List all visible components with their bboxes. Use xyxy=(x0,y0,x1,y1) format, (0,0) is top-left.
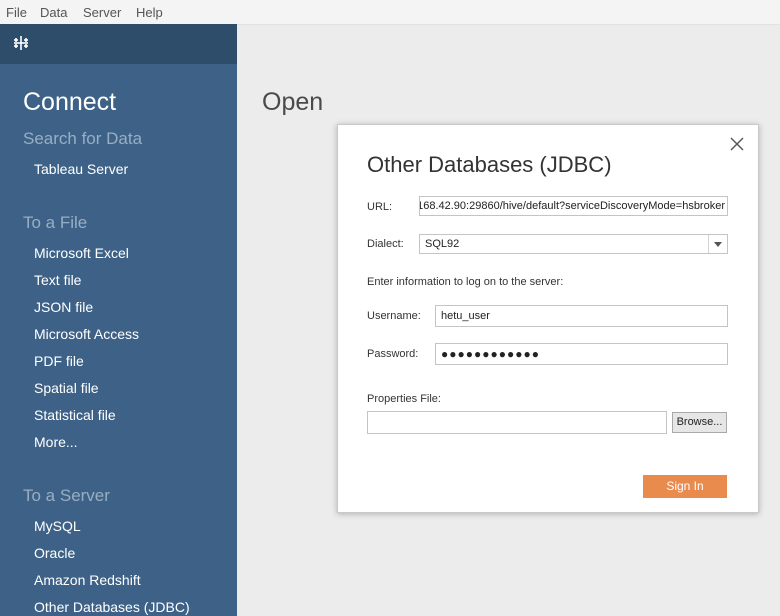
sidebar-item-pdf-file[interactable]: PDF file xyxy=(34,353,84,369)
sidebar-item-oracle[interactable]: Oracle xyxy=(34,545,75,561)
properties-file-input[interactable] xyxy=(367,411,667,434)
tableau-logo-icon[interactable] xyxy=(12,34,30,52)
menu-data[interactable]: Data xyxy=(40,5,67,20)
sign-in-button[interactable]: Sign In xyxy=(643,475,727,498)
to-a-file-heading: To a File xyxy=(23,213,88,232)
browse-button[interactable]: Browse... xyxy=(672,412,727,433)
url-label: URL: xyxy=(367,201,393,213)
logo-strip xyxy=(0,24,237,64)
dialect-value: SQL92 xyxy=(425,238,460,250)
url-value: jdbc:hive2://192.168.42.90:29860/hive/de… xyxy=(420,200,725,212)
sidebar-item-mysql[interactable]: MySQL xyxy=(34,518,81,534)
close-icon[interactable] xyxy=(728,135,746,153)
sidebar-item-more-files[interactable]: More... xyxy=(34,434,78,450)
password-field[interactable]: ●●●●●●●●●●●● xyxy=(435,343,728,365)
chevron-down-icon[interactable] xyxy=(708,235,727,253)
sidebar-item-spatial-file[interactable]: Spatial file xyxy=(34,380,99,396)
open-heading: Open xyxy=(262,88,324,116)
sidebar-item-microsoft-access[interactable]: Microsoft Access xyxy=(34,326,139,342)
password-label: Password: xyxy=(367,348,419,360)
jdbc-connection-dialog: Other Databases (JDBC) URL: jdbc:hive2:/… xyxy=(337,124,759,513)
sidebar-item-other-databases-jdbc[interactable]: Other Databases (JDBC) xyxy=(34,599,190,615)
logon-prompt: Enter information to log on to the serve… xyxy=(367,276,564,288)
sidebar-item-microsoft-excel[interactable]: Microsoft Excel xyxy=(34,245,129,261)
menu-server[interactable]: Server xyxy=(83,5,121,20)
to-a-server-heading: To a Server xyxy=(23,486,110,505)
url-input[interactable]: jdbc:hive2://192.168.42.90:29860/hive/de… xyxy=(419,196,728,216)
sidebar-item-tableau-server[interactable]: Tableau Server xyxy=(34,161,128,177)
properties-file-label: Properties File: xyxy=(367,393,441,405)
dialect-label: Dialect: xyxy=(367,238,404,250)
connect-sidebar: Connect Search for Data Tableau Server T… xyxy=(0,64,237,616)
menu-file[interactable]: File xyxy=(6,5,27,20)
menu-help[interactable]: Help xyxy=(136,5,163,20)
sidebar-item-statistical-file[interactable]: Statistical file xyxy=(34,407,116,423)
sidebar-item-json-file[interactable]: JSON file xyxy=(34,299,93,315)
sidebar-item-text-file[interactable]: Text file xyxy=(34,272,81,288)
username-label: Username: xyxy=(367,310,421,322)
connect-title: Connect xyxy=(23,88,117,116)
dialog-title: Other Databases (JDBC) xyxy=(367,152,612,177)
search-for-data-heading[interactable]: Search for Data xyxy=(23,129,142,149)
sidebar-item-amazon-redshift[interactable]: Amazon Redshift xyxy=(34,572,141,588)
dialect-select[interactable]: SQL92 xyxy=(419,234,728,254)
menu-bar: File Data Server Help xyxy=(0,0,780,25)
username-field[interactable]: hetu_user xyxy=(435,305,728,327)
